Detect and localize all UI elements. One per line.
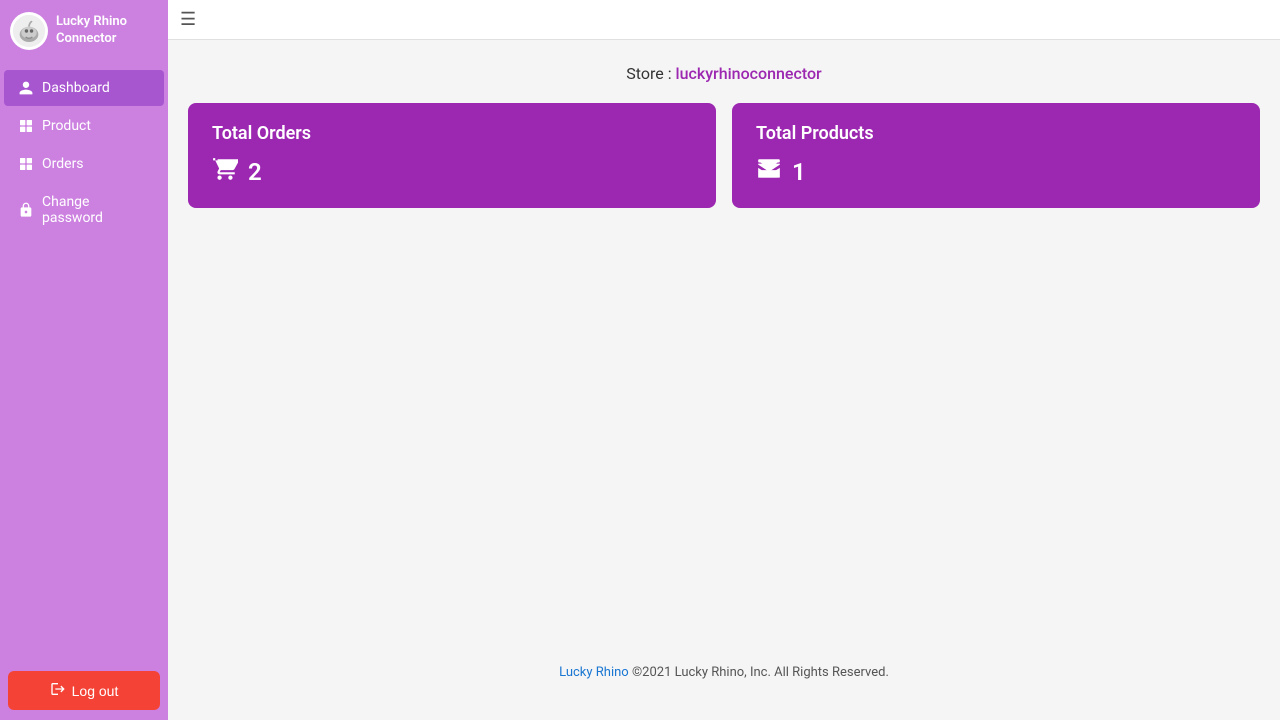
store-label: Store : — [626, 64, 675, 83]
footer-brand-link[interactable]: Lucky Rhino — [559, 665, 629, 680]
sidebar-item-product-label: Product — [42, 118, 91, 134]
sidebar-item-product[interactable]: Product — [4, 108, 164, 144]
content-area: Store : luckyrhinoconnector Total Orders… — [168, 40, 1280, 720]
total-products-count: 1 — [792, 158, 806, 186]
person-icon — [18, 80, 34, 96]
total-orders-value: 2 — [212, 156, 692, 188]
app-title: Lucky Rhino Connector — [56, 14, 127, 48]
store-name: luckyrhinoconnector — [676, 64, 822, 83]
logo-area: Lucky Rhino Connector — [0, 0, 168, 62]
orders-icon — [18, 156, 34, 172]
main-content: ☰ Store : luckyrhinoconnector Total Orde… — [168, 0, 1280, 720]
footer: Lucky Rhino ©2021 Lucky Rhino, Inc. All … — [188, 649, 1260, 696]
sidebar-item-dashboard[interactable]: Dashboard — [4, 70, 164, 106]
total-orders-card: Total Orders 2 — [188, 103, 716, 208]
topbar: ☰ — [168, 0, 1280, 40]
sidebar-item-orders[interactable]: Orders — [4, 146, 164, 182]
store-header: Store : luckyrhinoconnector — [188, 64, 1260, 83]
sidebar-item-change-password-label: Change password — [42, 194, 150, 226]
store-icon — [756, 156, 782, 188]
product-icon — [18, 118, 34, 134]
sidebar: Lucky Rhino Connector Dashboard Product … — [0, 0, 168, 720]
sidebar-item-orders-label: Orders — [42, 156, 84, 172]
stats-cards: Total Orders 2 Total Products 1 — [188, 103, 1260, 208]
nav-menu: Dashboard Product Orders Change password — [0, 62, 168, 661]
total-orders-title: Total Orders — [212, 123, 692, 144]
total-products-title: Total Products — [756, 123, 1236, 144]
hamburger-icon[interactable]: ☰ — [180, 9, 196, 30]
lock-icon — [18, 202, 34, 218]
total-products-card: Total Products 1 — [732, 103, 1260, 208]
logout-button[interactable]: Log out — [8, 671, 160, 710]
cart-icon — [212, 156, 238, 188]
logout-icon — [50, 681, 66, 700]
logout-label: Log out — [72, 683, 119, 699]
total-orders-count: 2 — [248, 158, 262, 186]
footer-copyright: ©2021 Lucky Rhino, Inc. All Rights Reser… — [632, 665, 889, 680]
total-products-value: 1 — [756, 156, 1236, 188]
sidebar-item-change-password[interactable]: Change password — [4, 184, 164, 236]
sidebar-item-dashboard-label: Dashboard — [42, 80, 110, 96]
logo-avatar — [10, 12, 48, 50]
